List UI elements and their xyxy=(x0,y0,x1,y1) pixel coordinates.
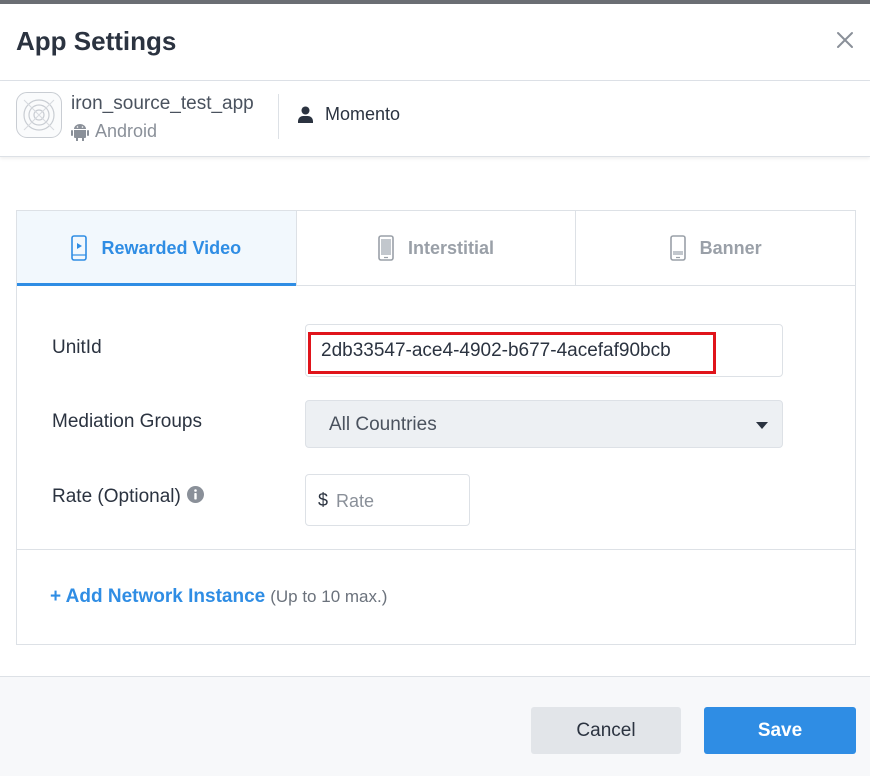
add-network-hint: (Up to 10 max.) xyxy=(270,587,388,606)
account-info: Momento xyxy=(298,104,400,125)
tab-label: Banner xyxy=(699,237,762,258)
unit-id-value: 2db33547-ace4-4902-b677-4acefaf90bcb xyxy=(321,340,671,361)
user-icon xyxy=(298,106,313,123)
tab-label: Interstitial xyxy=(407,237,495,258)
app-platform: Android xyxy=(71,121,157,142)
cancel-button[interactable]: Cancel xyxy=(531,707,681,754)
android-icon xyxy=(71,123,89,141)
add-network-instance-link[interactable]: + Add Network Instance xyxy=(50,586,265,607)
dialog-title: App Settings xyxy=(16,26,177,56)
tab-rewarded-video[interactable]: Rewarded Video xyxy=(17,211,297,286)
mediation-groups-label: Mediation Groups xyxy=(52,411,202,432)
close-button[interactable] xyxy=(834,29,856,51)
rate-field: $ xyxy=(305,474,470,526)
mobile-phone-icon xyxy=(378,235,394,261)
app-platform-label: Android xyxy=(95,121,158,141)
ad-type-tabs: Rewarded Video Interstitial Banner xyxy=(17,211,855,286)
tab-banner[interactable]: Banner xyxy=(576,211,855,285)
account-name: Momento xyxy=(325,104,401,124)
dialog-footer: Cancel Save xyxy=(0,676,870,776)
mediation-groups-select[interactable]: All Countries xyxy=(305,400,783,448)
dialog-header: App Settings xyxy=(0,4,870,81)
mobile-video-icon xyxy=(71,235,88,261)
app-info-bar: iron_source_test_app Android Momento xyxy=(0,81,870,157)
app-name: iron_source_test_app xyxy=(71,93,254,114)
app-placeholder-icon xyxy=(23,99,55,131)
currency-symbol: $ xyxy=(318,490,329,510)
rate-label-row: Rate (Optional) xyxy=(52,486,204,508)
info-icon[interactable] xyxy=(186,486,204,503)
mediation-groups-value: All Countries xyxy=(329,414,437,435)
chevron-down-icon xyxy=(756,422,768,429)
app-icon xyxy=(16,92,62,138)
rate-input[interactable] xyxy=(336,488,461,514)
tab-interstitial[interactable]: Interstitial xyxy=(297,211,577,285)
ad-unit-panel: Rewarded Video Interstitial Banner UnitI… xyxy=(16,210,856,645)
rate-label: Rate (Optional) xyxy=(52,486,181,507)
save-button[interactable]: Save xyxy=(704,707,856,754)
mobile-banner-icon xyxy=(669,235,686,261)
add-network-row: + Add Network Instance (Up to 10 max.) xyxy=(50,586,387,608)
unit-id-field[interactable]: 2db33547-ace4-4902-b677-4acefaf90bcb xyxy=(305,324,783,377)
close-icon xyxy=(837,32,853,48)
app-divider xyxy=(278,94,279,139)
tab-label: Rewarded Video xyxy=(101,237,242,258)
unit-id-label: UnitId xyxy=(52,337,102,358)
section-divider xyxy=(17,549,855,550)
